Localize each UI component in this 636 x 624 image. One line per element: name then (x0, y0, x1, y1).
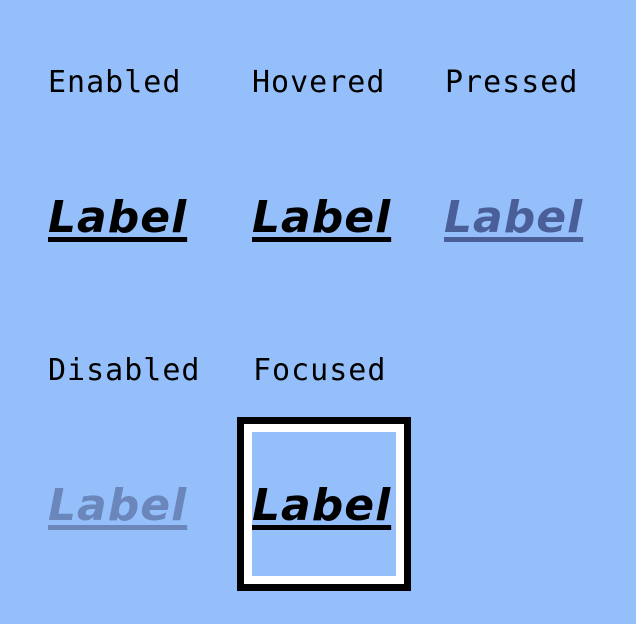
pressed-state-caption: Pressed (445, 65, 579, 100)
hovered-label-link[interactable]: Label (252, 196, 391, 240)
enabled-state-caption: Enabled (48, 65, 182, 100)
hovered-state-caption: Hovered (252, 65, 386, 100)
enabled-label-link[interactable]: Label (48, 196, 187, 240)
focused-label-link[interactable]: Label (252, 484, 391, 528)
disabled-state-caption: Disabled (48, 353, 201, 388)
focused-state-caption: Focused (253, 353, 387, 388)
disabled-label-link: Label (48, 480, 188, 531)
pressed-label-link[interactable]: Label (444, 196, 583, 240)
